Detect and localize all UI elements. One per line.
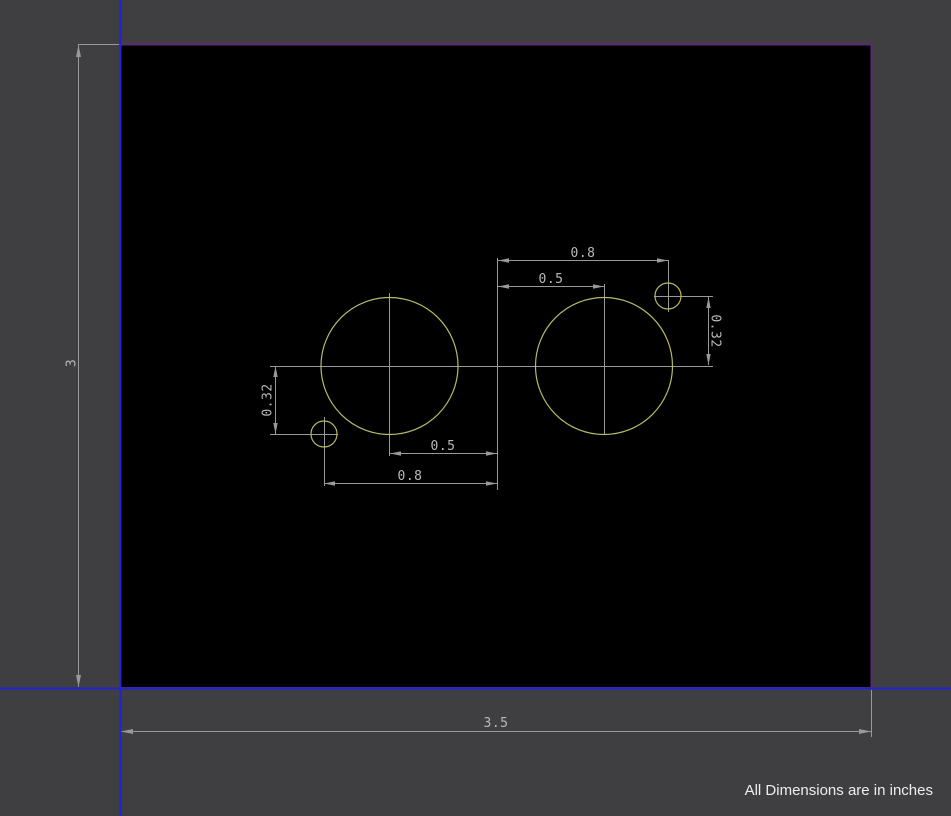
dim-plate-width-label: 3.5 <box>484 716 509 731</box>
dim-right-hole-drop-label: 0.32 <box>707 314 722 347</box>
dim-plate-height-label: 3 <box>65 359 80 367</box>
dim-top-center-offset-label: 0.5 <box>539 272 564 287</box>
dim-left-hole-drop-label: 0.32 <box>261 383 276 416</box>
dim-bottom-hole-offset-label: 0.8 <box>398 469 423 484</box>
drawing-canvas[interactable]: 3 3.5 0.8 0.5 <box>0 0 951 816</box>
dim-bottom-center-offset-label: 0.5 <box>431 439 456 454</box>
cad-viewport[interactable]: 3 3.5 0.8 0.5 <box>0 0 951 816</box>
dim-top-hole-offset-label: 0.8 <box>571 246 596 261</box>
units-note: All Dimensions are in inches <box>745 782 933 799</box>
